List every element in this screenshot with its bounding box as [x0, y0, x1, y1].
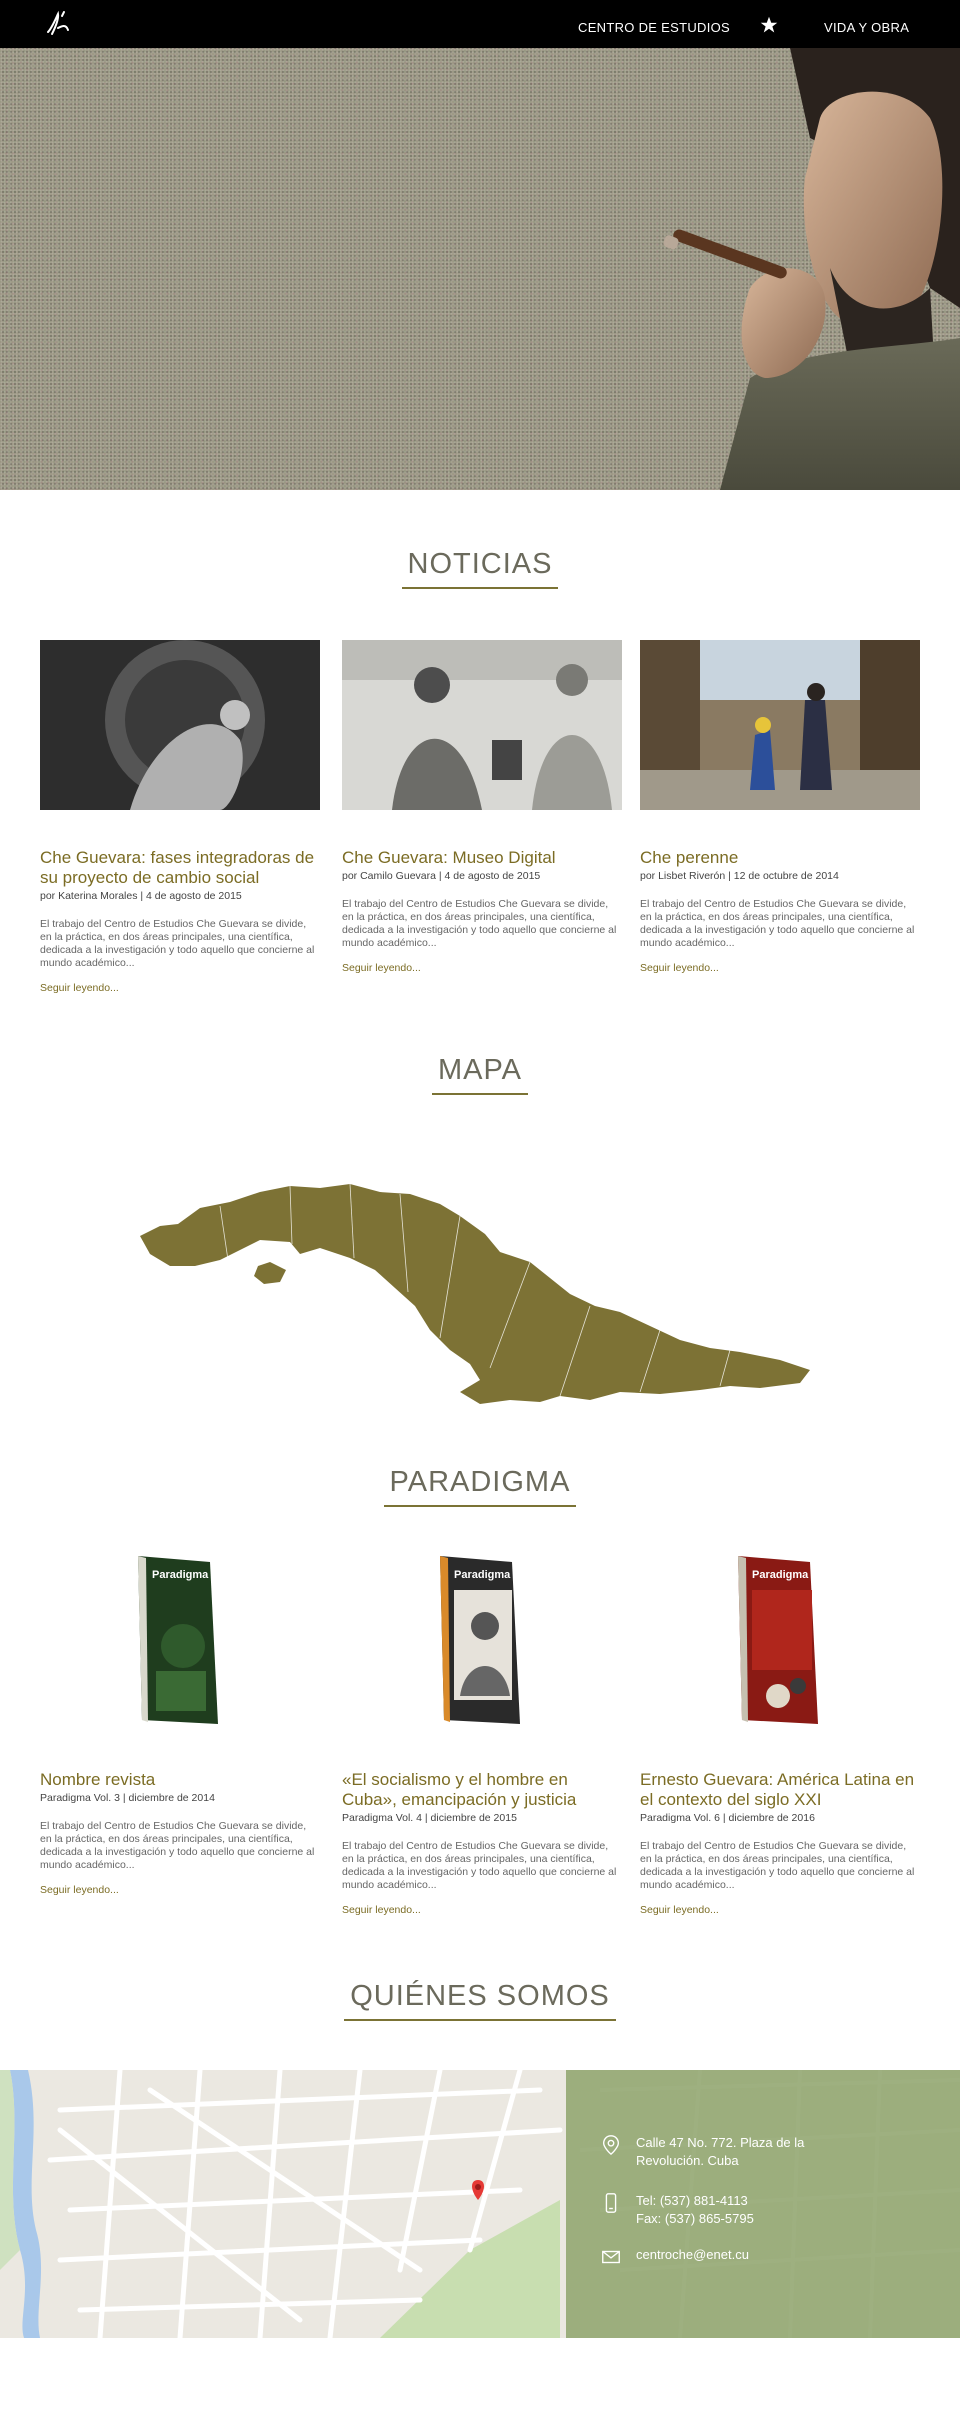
star-icon[interactable] [760, 16, 778, 34]
contact-address: Calle 47 No. 772. Plaza de la Revolución… [602, 2134, 836, 2170]
news-excerpt: El trabajo del Centro de Estudios Che Gu… [342, 898, 617, 949]
magazine-meta: Paradigma Vol. 3 | diciembre de 2014 [40, 1792, 215, 1804]
magazine-card[interactable]: Paradigma «El socialismo y el hombre en … [342, 1556, 622, 1916]
mail-icon [602, 2250, 620, 2264]
top-navbar: CENTRO DE ESTUDIOS VIDA Y OBRA [0, 0, 960, 48]
news-excerpt: El trabajo del Centro de Estudios Che Gu… [40, 918, 315, 969]
phone-text[interactable]: Tel: (537) 881-4113 [636, 2192, 754, 2210]
location-map[interactable]: Calle 47 No. 772. Plaza de la Revolución… [0, 2070, 960, 2338]
mobile-phone-icon [605, 2193, 617, 2213]
magazine-cover-vol3: Paradigma [138, 1556, 218, 1724]
magazine-card[interactable]: Paradigma Nombre revista Paradigma Vol. … [40, 1556, 320, 1916]
read-more-link[interactable]: Seguir leyendo... [640, 1904, 719, 1916]
news-meta: por Katerina Morales | 4 de agosto de 20… [40, 890, 242, 902]
hero-banner [0, 48, 960, 490]
news-image-group [342, 640, 622, 810]
section-title-mapa: MAPA [0, 1054, 960, 1095]
read-more-link[interactable]: Seguir leyendo... [40, 982, 119, 994]
magazine-title[interactable]: Ernesto Guevara: América Latina en el co… [640, 1770, 920, 1810]
magazine-title[interactable]: «El socialismo y el hombre en Cuba», ema… [342, 1770, 622, 1810]
news-title[interactable]: Che perenne [640, 848, 920, 868]
news-image-street [640, 640, 920, 810]
nav-vida-y-obra[interactable]: VIDA Y OBRA [824, 0, 909, 48]
section-title-noticias: NOTICIAS [0, 548, 960, 589]
news-meta: por Lisbet Riverón | 12 de octubre de 20… [640, 870, 839, 882]
magazine-excerpt: El trabajo del Centro de Estudios Che Gu… [640, 1840, 915, 1891]
news-title[interactable]: Che Guevara: Museo Digital [342, 848, 622, 868]
fax-text: Fax: (537) 865-5795 [636, 2211, 754, 2226]
read-more-link[interactable]: Seguir leyendo... [40, 1884, 119, 1896]
news-card[interactable]: Che perenne por Lisbet Riverón | 12 de o… [640, 640, 920, 980]
nav-centro-de-estudios[interactable]: CENTRO DE ESTUDIOS [578, 0, 730, 48]
news-image-worker [40, 640, 320, 810]
section-title-paradigma: PARADIGMA [0, 1466, 960, 1507]
news-card[interactable]: Che Guevara: fases integradoras de su pr… [40, 640, 320, 1000]
magazine-excerpt: El trabajo del Centro de Estudios Che Gu… [40, 1820, 315, 1871]
contact-email: centroche@enet.cu [602, 2246, 749, 2264]
magazine-cover-vol4: Paradigma [440, 1556, 520, 1724]
svg-text:Paradigma: Paradigma [454, 1569, 511, 1581]
email-link[interactable]: centroche@enet.cu [636, 2247, 749, 2262]
magazine-excerpt: El trabajo del Centro de Estudios Che Gu… [342, 1840, 617, 1891]
address-text: Calle 47 No. 772. Plaza de la Revolución… [636, 2135, 805, 2168]
news-meta: por Camilo Guevara | 4 de agosto de 2015 [342, 870, 541, 882]
cuba-map[interactable] [140, 1178, 820, 1408]
read-more-link[interactable]: Seguir leyendo... [342, 962, 421, 974]
contact-phone: Tel: (537) 881-4113 Fax: (537) 865-5795 [605, 2192, 754, 2228]
section-title-quienes-somos: QUIÉNES SOMOS [0, 1980, 960, 2021]
signature-logo[interactable] [40, 8, 80, 40]
read-more-link[interactable]: Seguir leyendo... [640, 962, 719, 974]
news-title[interactable]: Che Guevara: fases integradoras de su pr… [40, 848, 320, 888]
portrait-image [663, 48, 960, 490]
svg-text:Paradigma: Paradigma [752, 1569, 809, 1581]
magazine-title[interactable]: Nombre revista [40, 1770, 320, 1790]
location-pin-icon [602, 2135, 620, 2156]
news-card[interactable]: Che Guevara: Museo Digital por Camilo Gu… [342, 640, 622, 980]
svg-text:Paradigma: Paradigma [152, 1569, 209, 1581]
magazine-card[interactable]: Paradigma Ernesto Guevara: América Latin… [640, 1556, 920, 1916]
contact-panel: Calle 47 No. 772. Plaza de la Revolución… [566, 2070, 960, 2338]
magazine-meta: Paradigma Vol. 4 | diciembre de 2015 [342, 1812, 517, 1824]
magazine-cover-vol6: Paradigma [738, 1556, 818, 1724]
news-excerpt: El trabajo del Centro de Estudios Che Gu… [640, 898, 915, 949]
magazine-meta: Paradigma Vol. 6 | diciembre de 2016 [640, 1812, 815, 1824]
read-more-link[interactable]: Seguir leyendo... [342, 1904, 421, 1916]
